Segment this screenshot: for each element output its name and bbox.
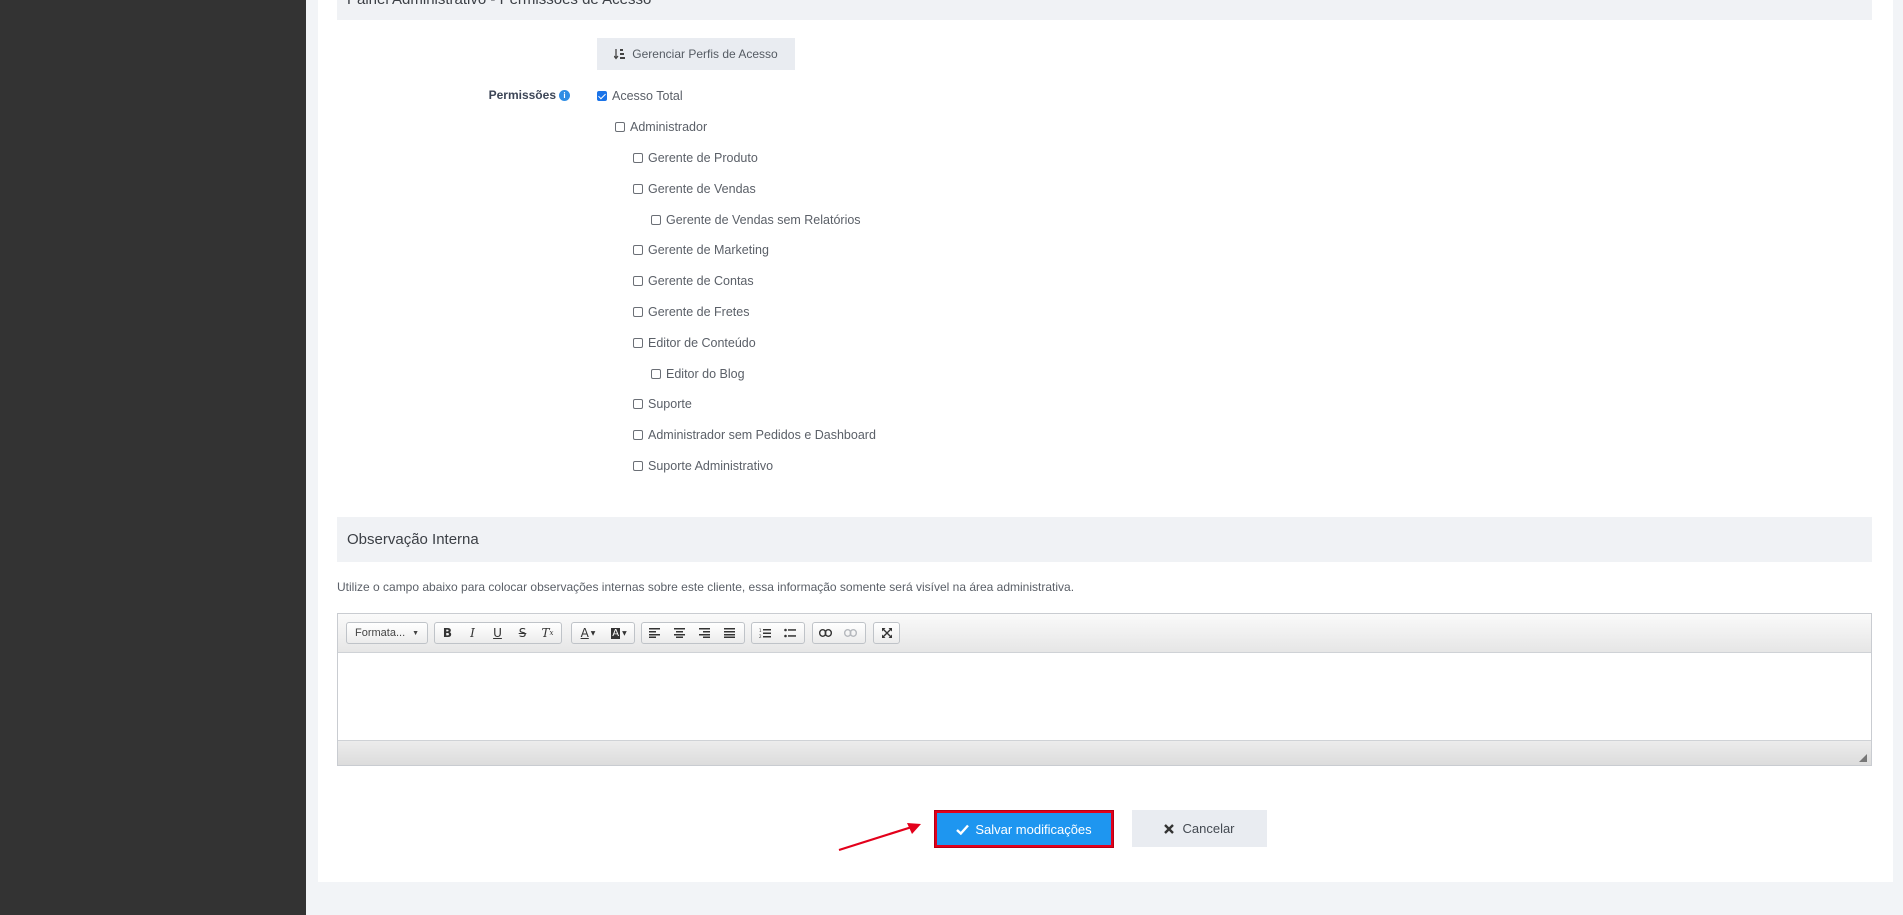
justify-icon[interactable] <box>717 623 742 643</box>
close-icon <box>1164 823 1175 834</box>
list-group: 12 <box>751 622 805 644</box>
permission-item[interactable]: Administrador sem Pedidos e Dashboard <box>633 427 876 443</box>
observacao-title: Observação Interna <box>347 531 479 548</box>
permission-label: Suporte <box>648 397 692 411</box>
bold-icon[interactable]: B <box>435 623 460 643</box>
permission-label: Suporte Administrativo <box>648 459 774 473</box>
cancel-button[interactable]: Cancelar <box>1132 810 1267 847</box>
observacao-description: Utilize o campo abaixo para colocar obse… <box>337 580 1075 594</box>
maximize-group <box>873 622 900 644</box>
permission-label: Gerente de Fretes <box>648 305 750 319</box>
permission-item[interactable]: Gerente de Fretes <box>633 304 749 320</box>
info-icon[interactable]: i <box>559 90 570 102</box>
numbered-list-icon[interactable]: 12 <box>752 623 777 643</box>
save-button-label: Salvar modificações <box>975 821 1092 837</box>
chevron-down-icon: ▼ <box>412 629 419 637</box>
unlink-icon[interactable] <box>838 623 863 643</box>
format-dropdown-label: Formata... <box>355 627 406 639</box>
link-group <box>812 622 866 644</box>
text-color-icon[interactable]: A ▼ <box>572 623 604 643</box>
permission-label: Gerente de Contas <box>648 274 754 288</box>
checkbox[interactable] <box>633 430 643 440</box>
sort-icon <box>614 49 626 60</box>
manage-access-profiles-button[interactable]: Gerenciar Perfis de Acesso <box>597 38 795 70</box>
permission-label: Gerente de Vendas <box>648 182 756 196</box>
permission-item[interactable]: Acesso Total <box>597 88 683 104</box>
format-dropdown[interactable]: Formata... ▼ <box>346 622 428 644</box>
align-group <box>641 622 745 644</box>
underline-icon[interactable]: U <box>485 623 510 643</box>
checkbox[interactable] <box>633 153 643 163</box>
permissions-label-text: Permissões <box>488 88 556 102</box>
text-style-group: B I U S Tx <box>434 622 562 644</box>
permissions-label: Permissões i <box>420 88 570 102</box>
permission-label: Administrador sem Pedidos e Dashboard <box>648 428 876 442</box>
checkbox[interactable] <box>597 91 607 101</box>
rich-text-editor: Formata... ▼ B I U S Tx A ▼ A ▼ 1 2 <box>337 613 1872 766</box>
save-button[interactable]: Salvar modificações <box>934 810 1114 848</box>
italic-icon[interactable]: I <box>460 623 485 643</box>
permission-label: Administrador <box>630 120 708 134</box>
annotation-arrow-icon <box>838 823 921 852</box>
permission-item[interactable]: Gerente de Vendas <box>633 181 756 197</box>
checkbox[interactable] <box>633 276 643 286</box>
permission-item[interactable]: Gerente de Marketing <box>633 242 769 258</box>
checkbox[interactable] <box>633 338 643 348</box>
align-left-icon[interactable] <box>642 623 667 643</box>
background-color-icon[interactable]: A ▼ <box>604 623 634 643</box>
checkbox[interactable] <box>651 369 661 379</box>
align-center-icon[interactable] <box>667 623 692 643</box>
permissions-section-header: Painel Administrativo - Permissões de Ac… <box>337 0 1872 20</box>
left-sidebar <box>0 0 306 915</box>
permission-label: Editor do Blog <box>666 367 745 381</box>
permission-item[interactable]: Editor do Blog <box>651 366 745 382</box>
remove-format-icon[interactable]: Tx <box>535 623 560 643</box>
checkbox[interactable] <box>633 399 643 409</box>
permissions-section-title: Painel Administrativo - Permissões de Ac… <box>347 0 651 8</box>
editor-content-area[interactable] <box>338 653 1871 743</box>
permission-item[interactable]: Editor de Conteúdo <box>633 335 756 351</box>
align-right-icon[interactable] <box>692 623 717 643</box>
checkbox[interactable] <box>651 215 661 225</box>
permission-item[interactable]: Suporte Administrativo <box>633 458 773 474</box>
check-icon <box>956 824 970 835</box>
permission-item[interactable]: Gerente de Vendas sem Relatórios <box>651 212 861 228</box>
checkbox[interactable] <box>633 307 643 317</box>
svg-text:1: 1 <box>759 628 762 633</box>
checkbox[interactable] <box>633 245 643 255</box>
permission-item[interactable]: Gerente de Produto <box>633 150 758 166</box>
link-icon[interactable] <box>813 623 838 643</box>
editor-toolbar: Formata... ▼ B I U S Tx A ▼ A ▼ 1 2 <box>338 614 1871 653</box>
checkbox[interactable] <box>615 122 625 132</box>
permission-label: Gerente de Marketing <box>648 243 769 257</box>
permission-item[interactable]: Suporte <box>633 396 692 412</box>
permission-item[interactable]: Administrador <box>615 119 707 135</box>
editor-statusbar <box>338 740 1871 765</box>
checkbox[interactable] <box>633 184 643 194</box>
checkbox[interactable] <box>633 461 643 471</box>
svg-text:2: 2 <box>759 634 762 639</box>
permission-item[interactable]: Gerente de Contas <box>633 273 754 289</box>
resize-handle-icon[interactable] <box>1859 754 1867 762</box>
color-group: A ▼ A ▼ <box>571 622 635 644</box>
observacao-section-header: Observação Interna <box>337 517 1872 562</box>
strikethrough-icon[interactable]: S <box>510 623 535 643</box>
cancel-button-label: Cancelar <box>1182 821 1235 836</box>
bullet-list-icon[interactable] <box>777 623 802 643</box>
permission-label: Gerente de Produto <box>648 151 758 165</box>
manage-access-profiles-label: Gerenciar Perfis de Acesso <box>632 47 778 61</box>
permission-label: Editor de Conteúdo <box>648 336 756 350</box>
permission-label: Acesso Total <box>612 89 683 103</box>
maximize-icon[interactable] <box>874 623 899 643</box>
permission-label: Gerente de Vendas sem Relatórios <box>666 213 861 227</box>
